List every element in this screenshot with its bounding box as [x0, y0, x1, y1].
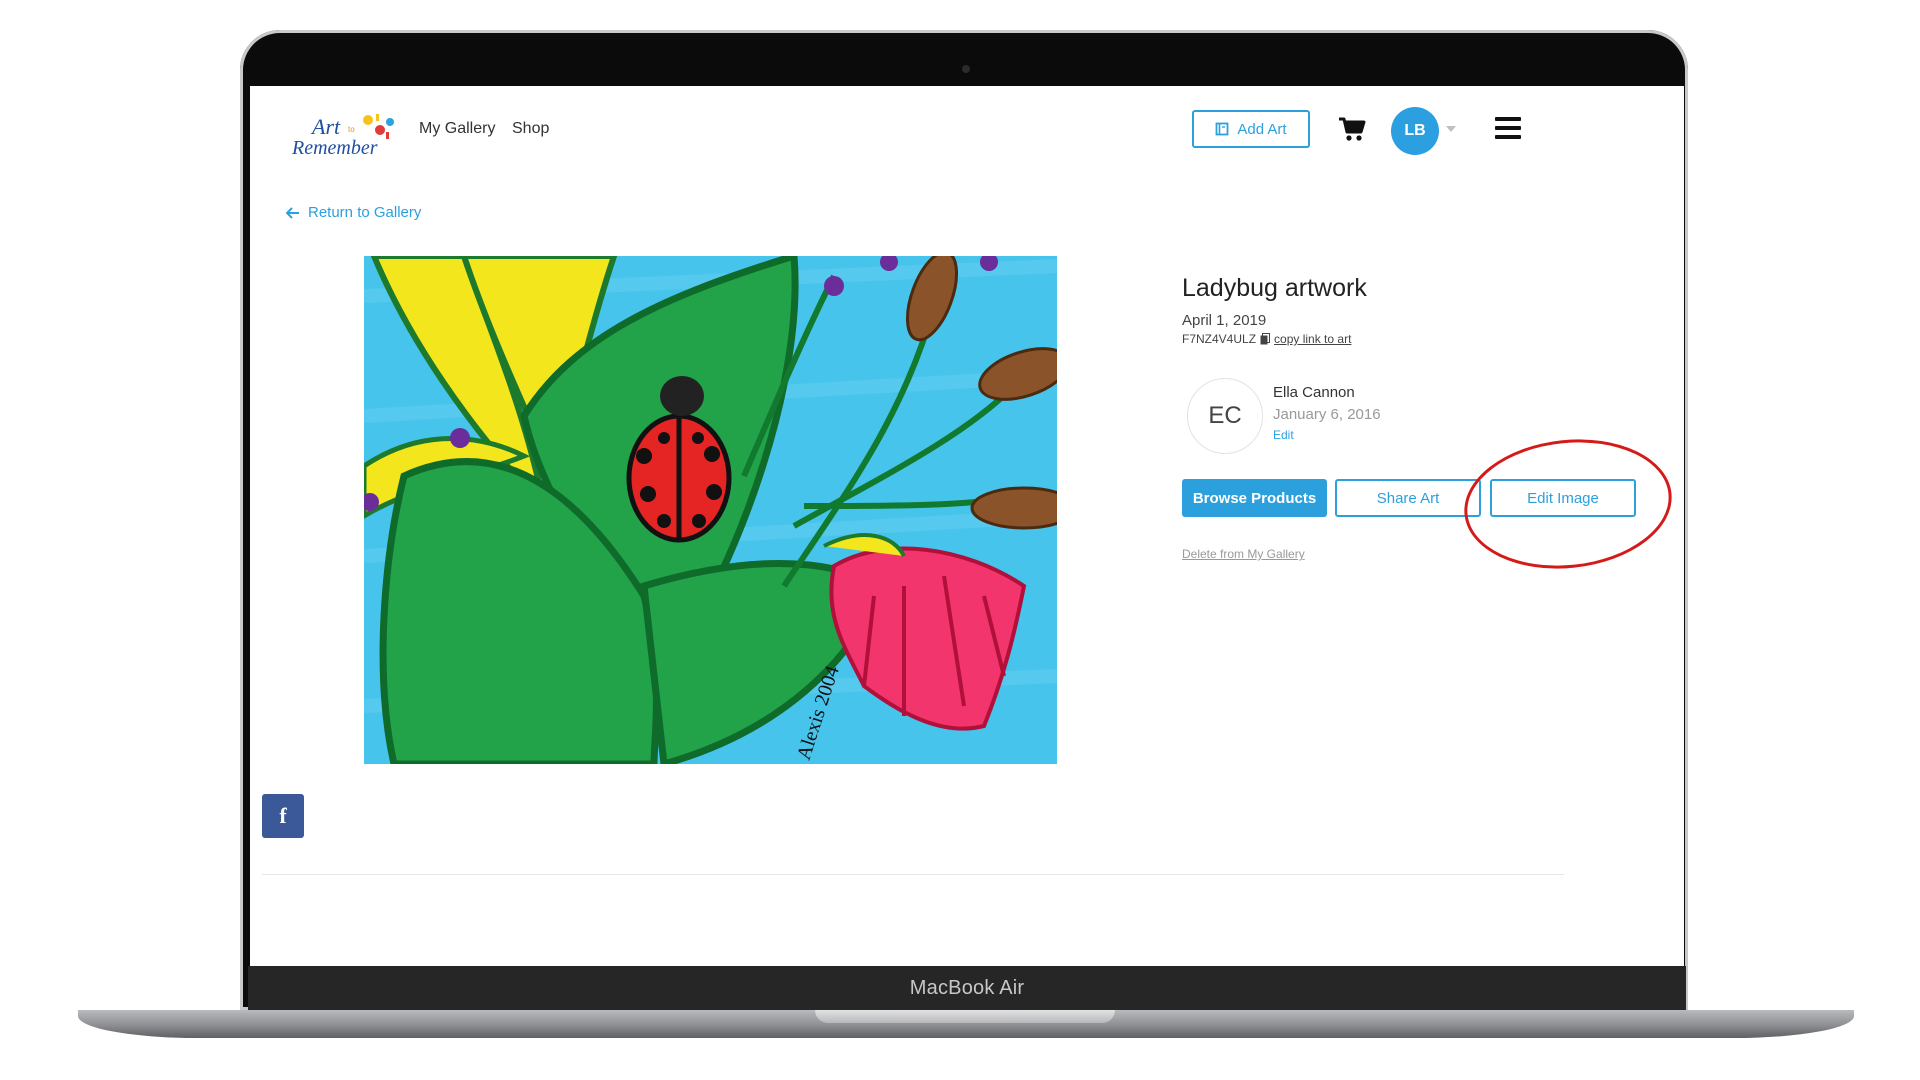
- logo-line2: Remember: [291, 137, 378, 159]
- add-art-button[interactable]: Add Art: [1192, 110, 1310, 148]
- upload-icon: [1215, 122, 1229, 136]
- artwork-code: F7NZ4V4ULZ: [1182, 332, 1257, 346]
- laptop-brand-label: MacBook Air: [909, 976, 1025, 999]
- add-art-label: Add Art: [1237, 120, 1287, 138]
- child-name: Ella Cannon: [1273, 384, 1355, 401]
- artwork-title: Ladybug artwork: [1182, 274, 1367, 302]
- laptop-notch: [815, 1010, 1115, 1023]
- nav-shop[interactable]: Shop: [512, 120, 549, 138]
- return-to-gallery-label: Return to Gallery: [308, 204, 422, 221]
- child-birthdate: January 6, 2016: [1273, 406, 1381, 423]
- delete-from-gallery-link[interactable]: Delete from My Gallery: [1182, 547, 1305, 561]
- user-initials: LB: [1404, 122, 1426, 139]
- menu-icon[interactable]: [1495, 117, 1521, 139]
- laptop-bottom-bezel: MacBook Air: [248, 966, 1686, 1010]
- facebook-share-button[interactable]: f: [262, 794, 304, 838]
- logo-line1: Art: [310, 114, 341, 139]
- camera-icon: [962, 65, 970, 73]
- copy-icon[interactable]: [1260, 333, 1271, 345]
- child-edit-link[interactable]: Edit: [1273, 428, 1294, 442]
- share-art-button[interactable]: Share Art: [1335, 479, 1481, 517]
- artwork-code-row: F7NZ4V4ULZ copy link to art: [1182, 332, 1351, 346]
- logo-small: to: [348, 125, 355, 134]
- child-avatar: EC: [1187, 378, 1263, 454]
- chevron-down-icon[interactable]: [1446, 126, 1456, 132]
- child-initials: EC: [1208, 402, 1242, 429]
- artwork-image: Alexis 2004: [364, 256, 1057, 764]
- nav-my-gallery[interactable]: My Gallery: [419, 120, 495, 138]
- browser-screen: Art to Remember My Gallery Shop Add Art: [250, 86, 1684, 966]
- browse-products-button[interactable]: Browse Products: [1182, 479, 1327, 517]
- user-avatar[interactable]: LB: [1391, 107, 1439, 155]
- hand-icon: [363, 114, 394, 139]
- edit-image-button[interactable]: Edit Image: [1490, 479, 1636, 517]
- return-to-gallery-link[interactable]: Return to Gallery: [286, 204, 421, 221]
- arrow-left-icon: [286, 206, 299, 219]
- cart-icon[interactable]: [1338, 116, 1366, 142]
- art-to-remember-logo[interactable]: Art to Remember: [290, 106, 400, 166]
- facebook-icon: f: [279, 803, 287, 828]
- copy-link-to-art[interactable]: copy link to art: [1274, 332, 1351, 346]
- divider: [262, 874, 1564, 875]
- artwork-date: April 1, 2019: [1182, 312, 1267, 329]
